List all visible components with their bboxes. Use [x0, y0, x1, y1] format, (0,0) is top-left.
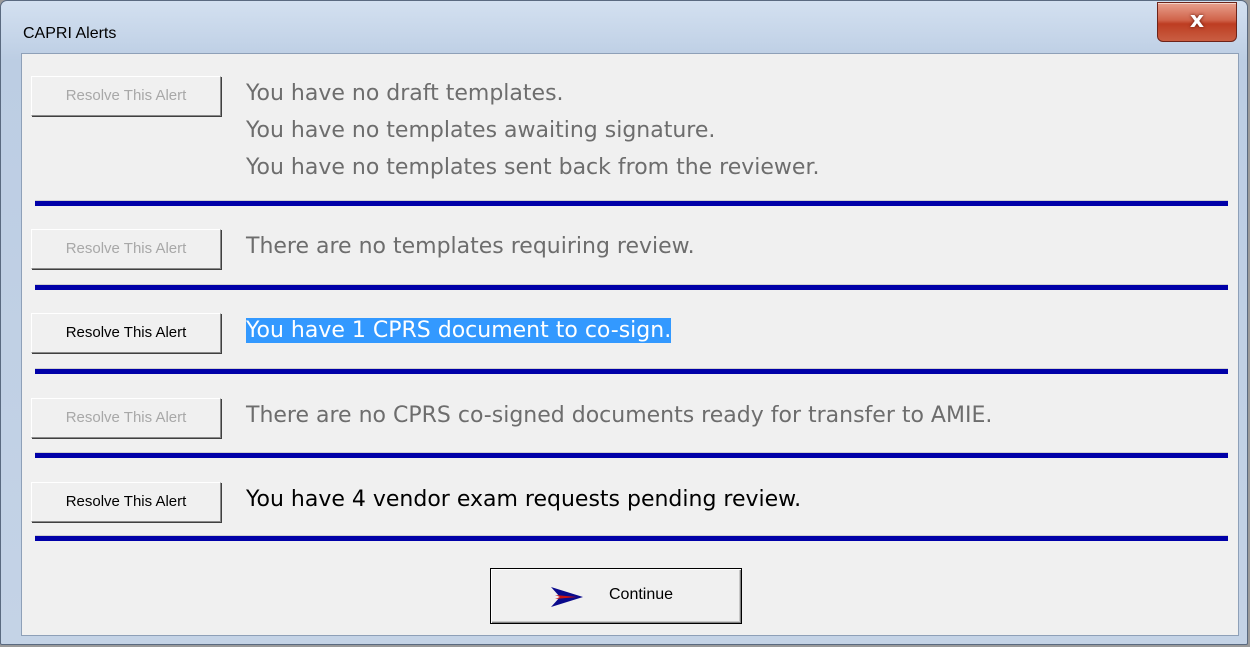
resolve-alert-button-1[interactable]: Resolve This Alert — [31, 76, 221, 116]
separator — [35, 200, 1228, 206]
alert-message-amie: There are no CPRS co-signed documents re… — [246, 403, 993, 428]
title-bar[interactable]: CAPRI Alerts x — [1, 1, 1247, 53]
alert-message-review: There are no templates requiring review. — [246, 234, 695, 259]
close-button[interactable]: x — [1157, 2, 1237, 42]
alert-message-cosign[interactable]: You have 1 CPRS document to co-sign. — [246, 312, 672, 349]
alert-message-awaiting-signature: You have no templates awaiting signature… — [246, 118, 716, 143]
alert-message-sent-back: You have no templates sent back from the… — [246, 155, 820, 180]
resolve-alert-button-5[interactable]: Resolve This Alert — [31, 482, 221, 522]
separator — [35, 535, 1228, 541]
capri-alerts-dialog: CAPRI Alerts x Resolve This Alert You ha… — [0, 0, 1248, 645]
alert-message-vendor: You have 4 vendor exam requests pending … — [246, 487, 802, 512]
continue-label: Continue — [609, 586, 674, 603]
continue-button[interactable]: Continue — [490, 568, 742, 624]
resolve-alert-button-2[interactable]: Resolve This Alert — [31, 229, 221, 269]
window-title: CAPRI Alerts — [23, 25, 117, 42]
alert-message-draft: You have no draft templates. — [246, 81, 564, 106]
resolve-alert-button-4[interactable]: Resolve This Alert — [31, 398, 221, 438]
selected-text: You have 1 CPRS document to co-sign. — [246, 318, 672, 343]
separator — [35, 452, 1228, 458]
separator — [35, 368, 1228, 374]
separator — [35, 284, 1228, 290]
close-icon: x — [1189, 8, 1205, 33]
arrow-right-icon — [551, 587, 583, 607]
resolve-alert-button-3[interactable]: Resolve This Alert — [31, 313, 221, 353]
alerts-panel: Resolve This Alert You have no draft tem… — [21, 53, 1239, 636]
